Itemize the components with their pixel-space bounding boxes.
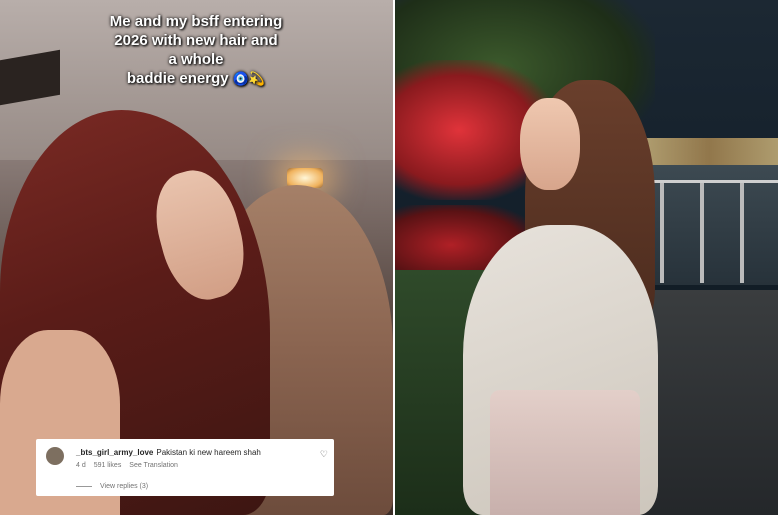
caption-line-4: baddie energy 🧿💫 bbox=[96, 69, 296, 88]
view-replies-label[interactable]: View replies (3) bbox=[100, 483, 148, 490]
comment-meta: 4 d 591 likes See Translation bbox=[76, 462, 184, 469]
woman-face bbox=[520, 98, 580, 190]
woman-skirt bbox=[490, 390, 640, 515]
left-photo: Me and my bsff entering 2026 with new ha… bbox=[0, 0, 393, 515]
caption-line-1: Me and my bsff entering bbox=[109, 13, 283, 30]
comment-body: _bts_girl_army_love Pakistan ki new haree… bbox=[76, 448, 261, 457]
replies-divider bbox=[76, 485, 92, 487]
right-photo bbox=[395, 0, 778, 515]
image-collage: Me and my bsff entering 2026 with new ha… bbox=[0, 0, 778, 515]
caption-line-2: 2026 with new hair and bbox=[114, 32, 278, 49]
comment-text: Pakistan ki new hareem shah bbox=[156, 448, 261, 457]
view-replies[interactable]: View replies (3) bbox=[76, 483, 148, 490]
video-caption: Me and my bsff entering 2026 with new ha… bbox=[96, 12, 296, 88]
railing-post bbox=[740, 183, 744, 283]
comment-username[interactable]: _bts_girl_army_love bbox=[76, 448, 153, 457]
caption-line-3: a whole bbox=[168, 51, 224, 68]
railing-post bbox=[700, 183, 704, 283]
railing bbox=[650, 180, 778, 293]
railing-post bbox=[660, 183, 664, 283]
caption-emoji: 🧿💫 bbox=[232, 71, 266, 86]
heart-icon[interactable]: ♡ bbox=[320, 449, 328, 460]
avatar[interactable] bbox=[46, 447, 64, 465]
see-translation-link[interactable]: See Translation bbox=[129, 462, 178, 469]
city-skyline-lights bbox=[640, 138, 778, 166]
caption-line-4-text: baddie energy bbox=[126, 70, 229, 87]
comment-age: 4 d bbox=[76, 462, 86, 469]
comment-likes[interactable]: 591 likes bbox=[94, 462, 122, 469]
comment-card: _bts_girl_army_love Pakistan ki new haree… bbox=[36, 439, 334, 496]
